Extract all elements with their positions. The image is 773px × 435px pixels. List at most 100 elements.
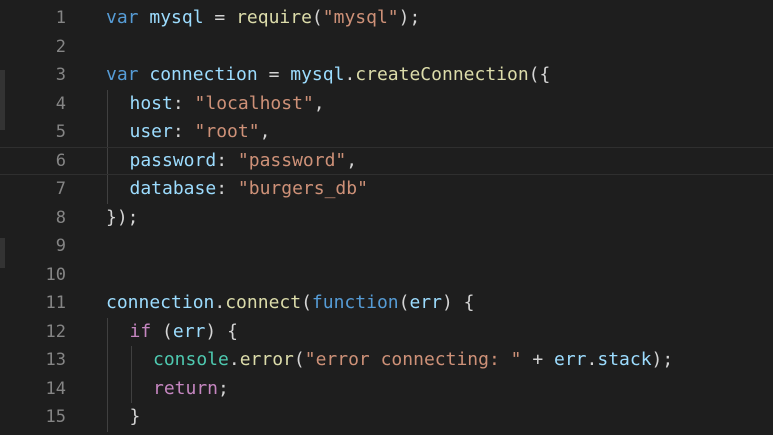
code-editor[interactable]: 1 var mysql = require("mysql"); 2 3 var conn… (0, 0, 773, 435)
code-token: ; (218, 377, 229, 399)
code-token: password (129, 149, 217, 171)
line-number: 6 (55, 150, 66, 171)
code-text: password: "password", (130, 148, 358, 175)
code-token: , (313, 92, 325, 114)
code-line[interactable]: 2 (0, 33, 773, 62)
code-text: var connection = mysql.createConnection(… (106, 61, 550, 90)
line-number: 11 (45, 293, 66, 313)
code-token: connect (225, 292, 302, 313)
code-token: ( (293, 349, 305, 370)
code-line[interactable]: 12 if (err) { (0, 317, 773, 347)
code-token: require (236, 7, 312, 28)
indent-guide (107, 147, 108, 174)
code-token: mysql (290, 64, 345, 85)
line-number: 5 (55, 122, 66, 142)
indent-guide (130, 374, 132, 403)
code-line[interactable]: 14 return; (0, 374, 773, 404)
code-line[interactable]: 7 database: "burgers_db" (0, 175, 773, 204)
code-token: createConnection (355, 64, 529, 85)
code-token: : (216, 178, 238, 199)
code-token: function (311, 292, 399, 313)
code-token: = (203, 7, 237, 28)
line-number: 3 (55, 65, 66, 85)
indent-guide (107, 89, 108, 118)
code-token: }); (106, 206, 139, 228)
code-token: "root" (194, 121, 260, 142)
code-line[interactable]: 5 user: "root", (0, 118, 773, 147)
code-line[interactable]: 10 (0, 261, 773, 290)
code-line[interactable]: 1 var mysql = require("mysql"); (0, 4, 773, 33)
code-token: "password" (237, 149, 347, 171)
code-text: if (err) { (130, 318, 238, 347)
code-token: "burgers_db" (237, 178, 368, 199)
code-token: ( (398, 292, 410, 313)
indent-guide (107, 346, 108, 375)
code-line[interactable]: 6 password: "password", (0, 146, 773, 175)
code-token: . (214, 292, 226, 313)
code-token: console (153, 349, 229, 370)
code-token: return (153, 377, 219, 399)
code-token: ); (651, 349, 674, 370)
code-token: ); (398, 7, 421, 28)
code-token: ) { (441, 292, 475, 313)
line-number: 13 (45, 350, 66, 370)
line-number: 12 (45, 321, 66, 342)
line-number: 9 (55, 236, 66, 256)
indent-guide (107, 374, 108, 403)
line-number: 10 (45, 264, 66, 285)
code-token: "error connecting: " (304, 349, 522, 370)
indent-guide (107, 317, 108, 346)
code-token: database (129, 178, 217, 199)
code-token: + (521, 349, 554, 370)
code-line[interactable]: 3 var connection = mysql.createConnection… (0, 61, 773, 90)
line-number: 1 (55, 8, 66, 28)
code-token: : (172, 92, 195, 114)
code-line[interactable]: 15} (0, 403, 773, 432)
code-line[interactable]: 11 connection.connect(function(err) { (0, 289, 773, 318)
code-text: } (130, 403, 141, 432)
code-token: err (172, 320, 206, 342)
line-number: 4 (55, 93, 66, 114)
code-token: } (129, 406, 141, 427)
code-token: ({ (528, 64, 551, 85)
code-line[interactable]: 13 console.error("error connecting: " + e… (0, 346, 773, 375)
code-token: err (409, 292, 442, 313)
code-token: = (257, 64, 291, 85)
code-text: connection.connect(function(err) { (106, 289, 475, 318)
code-token: ( (151, 320, 173, 342)
code-line[interactable]: 8}); (0, 204, 773, 233)
code-token: ( (301, 292, 312, 313)
code-text: database: "burgers_db" (130, 175, 368, 204)
code-token: "mysql" (322, 7, 399, 28)
line-number: 8 (55, 207, 66, 228)
code-token: var (106, 7, 139, 28)
code-token: var (106, 64, 139, 85)
code-text: }); (106, 204, 139, 233)
line-number: 7 (55, 179, 66, 199)
code-text: return; (153, 375, 229, 404)
code-text: var mysql = require("mysql"); (106, 4, 420, 33)
line-number: 15 (45, 407, 66, 427)
indent-guide (107, 118, 108, 147)
code-token: if (129, 320, 152, 342)
code-token: error (239, 349, 294, 370)
code-token: ) { (205, 320, 238, 342)
code-token: , (259, 121, 271, 142)
code-token: : (216, 149, 238, 171)
code-token: stack (597, 349, 652, 370)
code-token: . (344, 64, 356, 85)
code-text: console.error("error connecting: " + err… (153, 346, 673, 375)
code-token: connection (106, 292, 215, 313)
code-text: user: "root", (130, 118, 271, 147)
code-token: mysql (149, 7, 204, 28)
code-token: : (172, 121, 195, 142)
code-token: . (228, 349, 240, 370)
code-token: user (129, 121, 173, 142)
code-line[interactable]: 4 host: "localhost", (0, 89, 773, 118)
indent-guide (107, 175, 108, 204)
code-token: host (129, 92, 173, 114)
code-line[interactable]: 9 (0, 232, 773, 261)
line-number: 2 (55, 36, 66, 57)
